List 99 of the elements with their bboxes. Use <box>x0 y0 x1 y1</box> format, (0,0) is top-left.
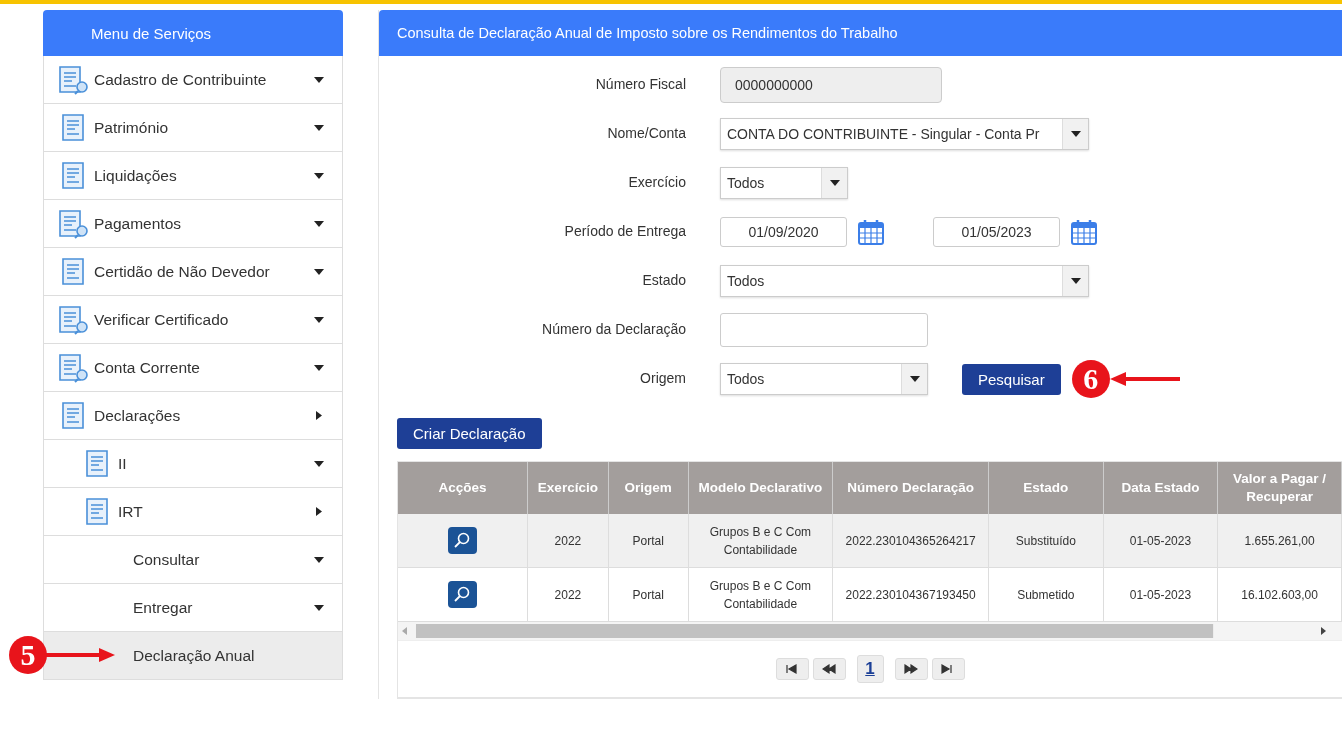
caret-down-icon <box>1070 278 1081 284</box>
table-cell: 2022.230104367193450 <box>832 567 989 622</box>
first-page-button[interactable] <box>775 658 809 680</box>
page-button[interactable]: 1 <box>856 655 884 683</box>
document-icon <box>61 400 87 431</box>
document-icon <box>61 112 87 143</box>
dropdown[interactable]: CONTA DO CONTRIBUINTE - Singular - Conta Pr <box>720 118 1089 150</box>
menu-item[interactable]: II <box>43 440 343 488</box>
caret-down-icon <box>314 364 324 371</box>
column-header: Modelo Declarativo <box>688 462 833 514</box>
input-field[interactable] <box>720 313 928 347</box>
date-field[interactable]: 01/09/2020 <box>720 217 847 247</box>
readonly-field: 0000000000 <box>720 67 942 103</box>
table-cell: 2022 <box>527 514 609 568</box>
table-cell: Portal <box>608 567 689 622</box>
menu-item[interactable]: Cadastro de Contribuinte <box>43 56 343 104</box>
first-page-icon <box>785 663 799 675</box>
field-label: Origem <box>639 369 686 386</box>
caret-down-icon <box>314 556 324 563</box>
sidebar-header: Menu de Serviços <box>43 10 343 56</box>
arrow <box>45 647 115 663</box>
menu-item[interactable]: IRT <box>43 488 343 536</box>
field-label: Estado <box>641 271 686 288</box>
date-field[interactable]: 01/05/2023 <box>933 217 1060 247</box>
caret-down-icon <box>314 460 324 467</box>
step-number-badge: 6 <box>1071 360 1110 398</box>
table-cell: Submetido <box>988 567 1104 622</box>
table-cell: Portal <box>608 514 689 568</box>
panel-header: Consulta de Declaração Anual de Imposto sobre os Rendimentos do Trabalho <box>379 10 1342 56</box>
step-number-badge: 5 <box>9 636 47 674</box>
table-cell: Grupos B e C Com Contabilidade <box>688 567 833 622</box>
dropdown[interactable]: Todos <box>720 167 848 199</box>
field-label: Período de Entrega <box>563 222 686 239</box>
dropdown[interactable]: Todos <box>720 265 1089 297</box>
menu-item[interactable]: Pagamentos <box>43 200 343 248</box>
caret-right-icon <box>316 411 322 420</box>
field-label: Número Fiscal <box>594 75 686 92</box>
table-cell: Substituído <box>988 514 1104 568</box>
menu-item[interactable]: Entregar <box>43 584 343 632</box>
field-label: Nome/Conta <box>606 124 686 141</box>
document-icon <box>61 256 87 287</box>
field-label: Número da Declaração <box>541 320 686 337</box>
arrow <box>1109 371 1180 387</box>
caret-down-icon <box>314 124 324 131</box>
field-label: Exercício <box>627 173 686 190</box>
table-cell: 2022.230104365264217 <box>832 514 989 568</box>
last-page-icon <box>941 663 955 675</box>
caret-down-icon <box>829 180 840 186</box>
menu-item[interactable]: Declaração Anual <box>43 632 343 680</box>
last-page-button[interactable] <box>931 658 965 680</box>
caret-down-icon <box>909 376 920 382</box>
menu-item[interactable]: Certidão de Não Devedor <box>43 248 343 296</box>
caret-down-icon <box>314 604 324 611</box>
table-cell: Grupos B e C Com Contabilidade <box>688 514 833 568</box>
next-page-button[interactable] <box>894 658 928 680</box>
menu-item[interactable]: Liquidações <box>43 152 343 200</box>
menu-item[interactable]: Verificar Certificado <box>43 296 343 344</box>
column-header: Data Estado <box>1103 462 1218 514</box>
prev-page-button[interactable] <box>812 658 846 680</box>
caret-right-icon <box>316 507 322 516</box>
create-button[interactable]: Criar Declaração <box>397 418 542 449</box>
caret-down-icon <box>314 172 324 179</box>
column-header: Acções <box>398 462 528 514</box>
column-header: Número Declaração <box>832 462 989 514</box>
caret-down-icon <box>314 268 324 275</box>
calendar-icon[interactable] <box>1070 218 1098 246</box>
column-header: Estado <box>988 462 1104 514</box>
caret-down-icon <box>314 316 324 323</box>
document-search-icon <box>58 64 90 95</box>
table-cell: 01-05-2023 <box>1103 514 1218 568</box>
document-icon <box>61 160 87 191</box>
column-header: Exercício <box>527 462 609 514</box>
search-icon <box>453 585 472 604</box>
column-header: Origem <box>608 462 689 514</box>
search-button[interactable]: Pesquisar <box>962 363 1061 395</box>
search-icon <box>453 531 472 550</box>
menu-item[interactable]: Declarações <box>43 392 343 440</box>
caret-down-icon <box>314 220 324 227</box>
prev-page-icon <box>822 663 836 675</box>
calendar-icon[interactable] <box>857 218 885 246</box>
next-page-icon <box>904 663 918 675</box>
search-button[interactable] <box>447 526 477 554</box>
caret-down-icon <box>314 76 324 83</box>
search-button[interactable] <box>447 580 477 608</box>
column-header: Valor a Pagar / Recuperar <box>1217 462 1342 514</box>
menu-item[interactable]: Consultar <box>43 536 343 584</box>
table-cell: 16.102.603,00 <box>1217 567 1342 622</box>
menu-item[interactable]: Conta Corrente <box>43 344 343 392</box>
document-search-icon <box>58 208 90 239</box>
table-cell: 01-05-2023 <box>1103 567 1218 622</box>
document-icon <box>85 496 111 527</box>
menu-item[interactable]: Património <box>43 104 343 152</box>
caret-down-icon <box>1070 131 1081 137</box>
document-search-icon <box>58 304 90 335</box>
table-cell: 1.655.261,00 <box>1217 514 1342 568</box>
document-icon <box>85 448 111 479</box>
dropdown[interactable]: Todos <box>720 363 928 395</box>
table-cell: 2022 <box>527 567 609 622</box>
document-search-icon <box>58 352 90 383</box>
